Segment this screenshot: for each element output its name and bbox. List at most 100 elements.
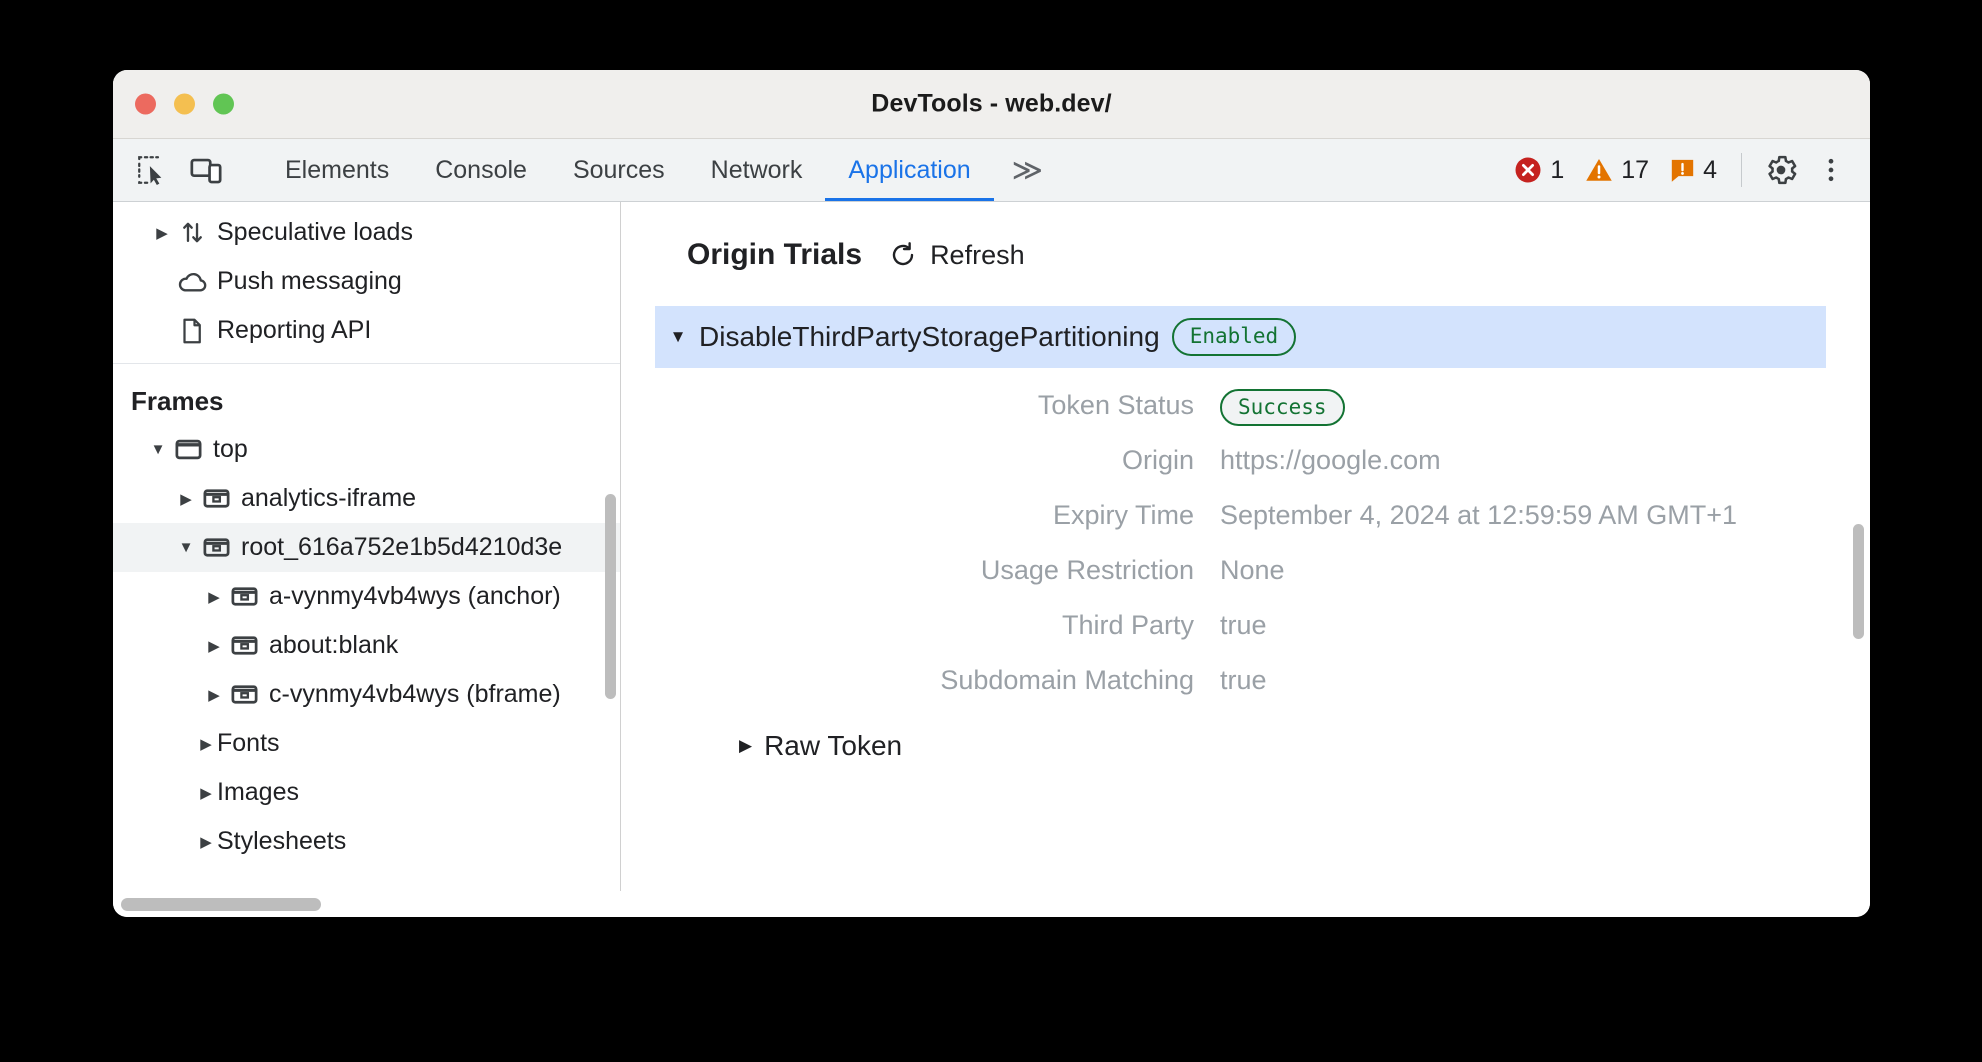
detail-key: Subdomain Matching bbox=[655, 665, 1220, 696]
frame-label: root_616a752e1b5d4210d3e bbox=[235, 533, 562, 562]
tab-sources[interactable]: Sources bbox=[550, 139, 688, 201]
sidebar-item-reporting-api[interactable]: ▶ Reporting API bbox=[113, 306, 620, 355]
detail-key: Token Status bbox=[655, 390, 1220, 421]
refresh-button[interactable]: Refresh bbox=[888, 240, 1025, 271]
trial-name: DisableThirdPartyStoragePartitioning bbox=[699, 321, 1160, 353]
issues-count: 4 bbox=[1703, 156, 1717, 185]
expand-twisty-icon[interactable]: ▶ bbox=[203, 637, 225, 655]
raw-token-label: Raw Token bbox=[764, 730, 902, 762]
frames-section-title: Frames bbox=[113, 364, 620, 425]
frame-label: a-vynmy4vb4wys (anchor) bbox=[263, 582, 561, 611]
inspect-element-button[interactable] bbox=[129, 147, 175, 193]
twisty-placeholder: ▶ bbox=[151, 322, 173, 340]
frame-item-fonts[interactable]: ▶ Fonts bbox=[113, 719, 620, 768]
sidebar-vertical-scrollbar[interactable] bbox=[605, 494, 616, 699]
more-tabs-button[interactable]: ≫ bbox=[994, 139, 1058, 201]
frame-label: about:blank bbox=[263, 631, 398, 660]
more-options-button[interactable] bbox=[1808, 147, 1854, 193]
device-toolbar-icon bbox=[189, 153, 223, 187]
expand-twisty-icon[interactable]: ▶ bbox=[195, 735, 217, 753]
expand-twisty-icon[interactable]: ▶ bbox=[175, 490, 197, 508]
frame-label: Images bbox=[217, 778, 299, 807]
trial-header-row[interactable]: ▼ DisableThirdPartyStoragePartitioning E… bbox=[655, 306, 1826, 368]
detail-value: https://google.com bbox=[1220, 445, 1441, 476]
panel-tabs: Elements Console Sources Network Applica… bbox=[262, 139, 1058, 201]
frame-item-bframe[interactable]: ▶ c-vynmy4vb4wys (bframe) bbox=[113, 670, 620, 719]
toolbar-right-divider bbox=[1741, 153, 1742, 187]
frame-item-top[interactable]: ▼ top bbox=[113, 425, 620, 474]
frames-tree: ▼ top ▶ bbox=[113, 425, 620, 866]
frame-item-images[interactable]: ▶ Images bbox=[113, 768, 620, 817]
frame-label: analytics-iframe bbox=[235, 484, 416, 513]
detail-row-token-status: Token Status Success bbox=[655, 378, 1870, 433]
detail-value: None bbox=[1220, 555, 1285, 586]
iframe-icon bbox=[225, 679, 263, 710]
origin-trials-panel: Origin Trials Refresh ▼ DisableThirdPart… bbox=[621, 202, 1870, 891]
detail-key: Usage Restriction bbox=[655, 555, 1220, 586]
toolbar-left-icons bbox=[113, 139, 262, 201]
document-icon bbox=[173, 316, 211, 346]
expand-twisty-icon[interactable]: ▶ bbox=[739, 736, 752, 756]
collapse-twisty-icon[interactable]: ▼ bbox=[147, 441, 169, 458]
frame-item-about-blank[interactable]: ▶ about:blank bbox=[113, 621, 620, 670]
warning-counter[interactable]: 17 bbox=[1576, 155, 1657, 185]
cloud-icon bbox=[173, 265, 211, 298]
frame-item-analytics-iframe[interactable]: ▶ analytics-iframe bbox=[113, 474, 620, 523]
expand-twisty-icon[interactable]: ▶ bbox=[203, 686, 225, 704]
devtools-content: ▶ Speculative loads ▶ bbox=[113, 202, 1870, 891]
frame-item-anchor[interactable]: ▶ a-vynmy4vb4wys (anchor) bbox=[113, 572, 620, 621]
frame-label: c-vynmy4vb4wys (bframe) bbox=[263, 680, 561, 709]
devtools-window: DevTools - web.dev/ bbox=[113, 70, 1870, 917]
expand-twisty-icon[interactable]: ▶ bbox=[195, 784, 217, 802]
sidebar-horizontal-scrollbar[interactable] bbox=[121, 898, 321, 911]
application-sidebar: ▶ Speculative loads ▶ bbox=[113, 202, 621, 891]
detail-row-origin: Origin https://google.com bbox=[655, 433, 1870, 488]
tab-application[interactable]: Application bbox=[825, 139, 993, 201]
frame-item-stylesheets[interactable]: ▶ Stylesheets bbox=[113, 817, 620, 866]
collapse-twisty-icon[interactable]: ▼ bbox=[669, 327, 687, 347]
status-badge: Enabled bbox=[1172, 318, 1297, 355]
sidebar-item-push-messaging[interactable]: ▶ Push messaging bbox=[113, 257, 620, 306]
error-icon bbox=[1513, 155, 1543, 185]
issue-message-icon bbox=[1669, 157, 1696, 184]
detail-key: Origin bbox=[655, 445, 1220, 476]
inspect-element-icon bbox=[135, 153, 169, 187]
iframe-icon bbox=[225, 630, 263, 661]
detail-row-usage-restriction: Usage Restriction None bbox=[655, 543, 1870, 598]
frame-item-root-selected[interactable]: ▼ root_616a752e1b5d4210d3e bbox=[113, 523, 620, 572]
sidebar-item-label: Speculative loads bbox=[211, 218, 413, 247]
collapse-twisty-icon[interactable]: ▼ bbox=[175, 539, 197, 556]
sidebar-top-section: ▶ Speculative loads ▶ bbox=[113, 202, 620, 364]
detail-value: true bbox=[1220, 610, 1267, 641]
expand-twisty-icon[interactable]: ▶ bbox=[195, 833, 217, 851]
kebab-menu-icon bbox=[1816, 155, 1846, 185]
detail-row-subdomain-matching: Subdomain Matching true bbox=[655, 653, 1870, 708]
detail-value: true bbox=[1220, 665, 1267, 696]
tab-network[interactable]: Network bbox=[688, 139, 826, 201]
expand-twisty-icon[interactable]: ▶ bbox=[203, 588, 225, 606]
detail-key: Expiry Time bbox=[655, 500, 1220, 531]
sidebar-item-speculative-loads[interactable]: ▶ Speculative loads bbox=[113, 208, 620, 257]
frame-label: Stylesheets bbox=[217, 827, 346, 856]
main-vertical-scrollbar[interactable] bbox=[1853, 524, 1864, 639]
issues-counter[interactable]: 4 bbox=[1661, 156, 1725, 185]
settings-button[interactable] bbox=[1758, 147, 1804, 193]
toggle-device-toolbar-button[interactable] bbox=[183, 147, 229, 193]
sidebar-item-label: Push messaging bbox=[211, 267, 402, 296]
iframe-icon bbox=[197, 532, 235, 563]
raw-token-row[interactable]: ▶ Raw Token bbox=[655, 730, 1870, 762]
refresh-icon bbox=[888, 240, 918, 270]
tab-console[interactable]: Console bbox=[412, 139, 550, 201]
warning-icon bbox=[1584, 155, 1614, 185]
window-title-bar: DevTools - web.dev/ bbox=[113, 70, 1870, 139]
speculative-loads-icon bbox=[173, 217, 211, 248]
window-title: DevTools - web.dev/ bbox=[113, 90, 1870, 119]
error-counter[interactable]: 1 bbox=[1505, 155, 1572, 185]
page-title: Origin Trials bbox=[687, 238, 862, 272]
twisty-placeholder: ▶ bbox=[151, 273, 173, 291]
toolbar-right-group: 1 17 4 bbox=[1505, 139, 1870, 201]
tab-elements[interactable]: Elements bbox=[262, 139, 412, 201]
detail-value: September 4, 2024 at 12:59:59 AM GMT+1 bbox=[1220, 500, 1737, 531]
expand-twisty-icon[interactable]: ▶ bbox=[151, 224, 173, 242]
detail-value: Success bbox=[1220, 390, 1345, 421]
